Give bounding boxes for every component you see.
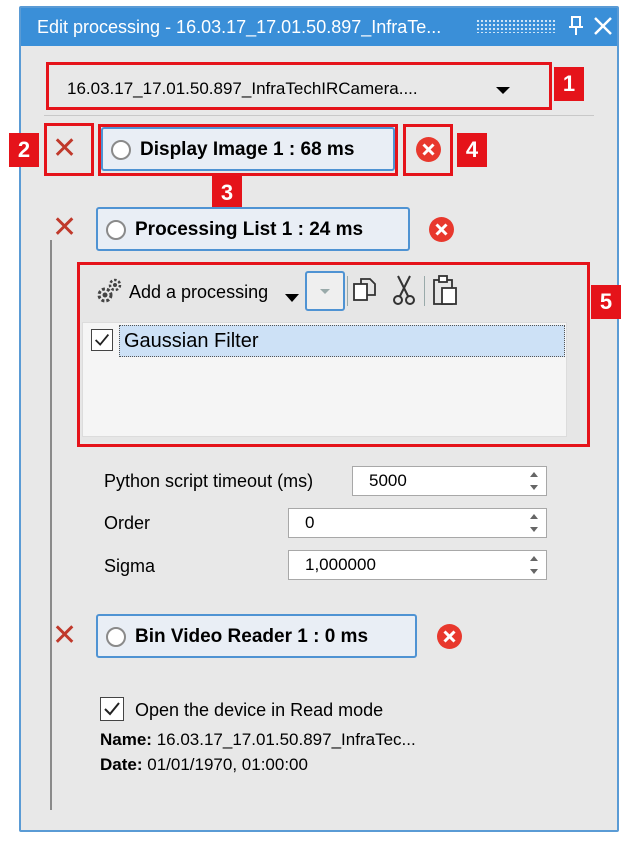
processing-button-processing-list[interactable]: Processing List 1 : 24 ms (96, 207, 410, 251)
timeout-spinbox[interactable]: 5000 (352, 466, 547, 496)
remove-circle-icon[interactable] (436, 623, 463, 650)
device-dropdown[interactable]: 16.03.17_17.01.50.897_InfraTechIRCamera.… (46, 62, 552, 110)
divider (44, 115, 594, 116)
window-title: Edit processing - 16.03.17_17.01.50.897_… (37, 17, 442, 37)
spin-down-icon[interactable] (530, 569, 538, 574)
annotation-label-2: 2 (9, 133, 39, 167)
spin-up-icon[interactable] (530, 514, 538, 519)
device-dropdown-value: 16.03.17_17.01.50.897_InfraTechIRCamera.… (67, 79, 418, 98)
title-grip[interactable] (476, 19, 556, 33)
sigma-label: Sigma (104, 556, 156, 576)
delete-x-icon[interactable]: ✕ (52, 213, 77, 243)
processing-label: Display Image 1 : 68 ms (140, 139, 355, 160)
date-key: Date: (100, 755, 143, 774)
annotation-label-5: 5 (591, 285, 621, 319)
annotation-label-3: 3 (212, 176, 242, 210)
annotation-box-5 (77, 262, 590, 447)
spin-down-icon[interactable] (530, 485, 538, 490)
timeout-value: 5000 (369, 471, 407, 490)
spin-down-icon[interactable] (530, 527, 538, 532)
timeout-label: Python script timeout (ms) (104, 471, 314, 491)
pin-icon[interactable] (566, 12, 586, 40)
remove-circle-icon[interactable] (415, 136, 442, 163)
sigma-spinbox[interactable]: 1,000000 (288, 550, 547, 580)
processing-button-display-image[interactable]: Display Image 1 : 68 ms (101, 127, 395, 171)
processing-label: Bin Video Reader 1 : 0 ms (135, 626, 369, 647)
remove-circle-icon[interactable] (428, 216, 455, 243)
device-date-info: Date: 01/01/1970, 01:00:00 (100, 755, 308, 775)
processing-button-bin-video-reader[interactable]: Bin Video Reader 1 : 0 ms (96, 614, 417, 658)
annotation-label-4: 4 (457, 133, 487, 167)
checkmark-icon (104, 702, 120, 716)
annotation-label-1: 1 (554, 67, 584, 101)
tree-connector-line (50, 240, 52, 810)
delete-x-icon[interactable]: ✕ (52, 134, 77, 164)
chevron-down-icon (496, 87, 510, 94)
sigma-value: 1,000000 (305, 555, 376, 574)
order-label: Order (104, 513, 151, 533)
radio-icon[interactable] (106, 627, 126, 647)
order-value: 0 (305, 513, 315, 532)
processing-label: Processing List 1 : 24 ms (135, 219, 364, 240)
read-mode-label: Open the device in Read mode (135, 700, 384, 720)
title-bar[interactable]: Edit processing - 16.03.17_17.01.50.897_… (21, 8, 617, 46)
order-spinbox[interactable]: 0 (288, 508, 547, 538)
spin-up-icon[interactable] (530, 556, 538, 561)
radio-icon[interactable] (111, 140, 131, 160)
spin-up-icon[interactable] (530, 472, 538, 477)
device-name-info: Name: 16.03.17_17.01.50.897_InfraTec... (100, 730, 416, 750)
name-value: 16.03.17_17.01.50.897_InfraTec... (156, 730, 416, 749)
close-icon[interactable] (591, 14, 615, 38)
name-key: Name: (100, 730, 152, 749)
read-mode-checkbox[interactable] (100, 697, 124, 721)
date-value: 01/01/1970, 01:00:00 (147, 755, 308, 774)
radio-icon[interactable] (106, 220, 126, 240)
delete-x-icon[interactable]: ✕ (52, 621, 77, 651)
